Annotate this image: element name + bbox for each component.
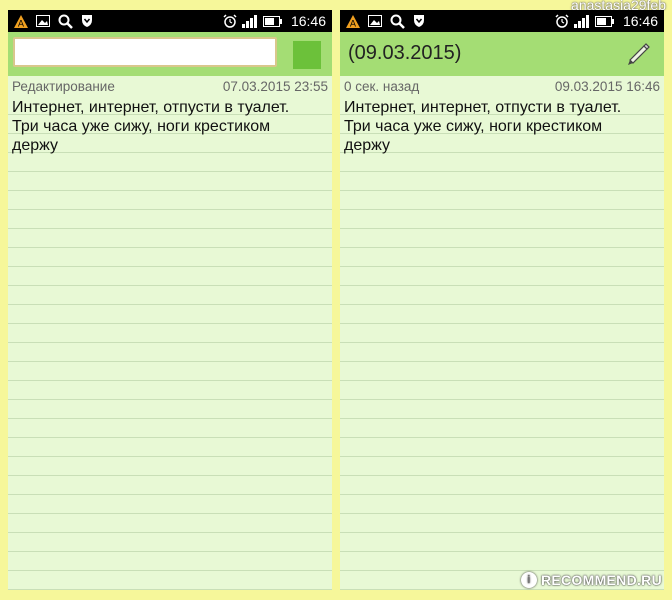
note-title: (09.03.2015) [348,42,462,64]
note-text: Интернет, интернет, отпусти в туалет. Тр… [344,99,622,154]
warning-triangle-icon: A [346,14,360,28]
note-editor[interactable]: Интернет, интернет, отпусти в туалет. Тр… [8,96,332,590]
note-meta: Редактирование 07.03.2015 23:55 [8,76,332,96]
battery-icon [594,15,615,27]
recommend-logo-icon: i [520,572,537,588]
note-date: 07.03.2015 23:55 [222,79,328,94]
mode-label: Редактирование [12,79,115,94]
status-time: 16:46 [290,13,326,29]
note-date: 09.03.2015 16:46 [554,79,660,94]
note-view: Интернет, интернет, отпусти в туалет. Тр… [340,96,664,590]
status-bar: A 16:46 [8,10,332,32]
search-icon [58,14,73,29]
alarm-icon [223,14,237,28]
recommend-watermark: i RECOMMEND.RU [520,572,662,588]
save-button[interactable] [293,41,321,69]
edit-toolbar [8,32,332,76]
shield-download-icon [81,14,93,28]
svg-text:A: A [18,19,25,28]
signal-icon [573,14,590,28]
relative-time: 0 сек. назад [344,79,420,94]
image-icon [36,15,50,27]
left-screen: A 16:46 Редактирование 07.03.2015 23:55 … [8,10,332,590]
search-icon [390,14,405,29]
status-time: 16:46 [622,13,658,29]
title-input[interactable] [15,39,275,65]
title-input-box[interactable] [13,37,277,67]
signal-icon [241,14,258,28]
note-meta: 0 сек. назад 09.03.2015 16:46 [340,76,664,96]
battery-icon [262,15,283,27]
shield-download-icon [413,14,425,28]
recommend-site-name: RECOMMEND.RU [540,572,662,588]
svg-text:A: A [350,19,357,28]
image-icon [368,15,382,27]
pencil-icon[interactable] [626,40,652,71]
warning-triangle-icon: A [14,14,28,28]
note-text[interactable]: Интернет, интернет, отпусти в туалет. Тр… [12,98,328,155]
alarm-icon [555,14,569,28]
right-screen: A 16:46 (09.03.2015) 0 сек. назад 09.03.… [340,10,664,590]
note-toolbar: (09.03.2015) [340,32,664,76]
status-bar: A 16:46 [340,10,664,32]
